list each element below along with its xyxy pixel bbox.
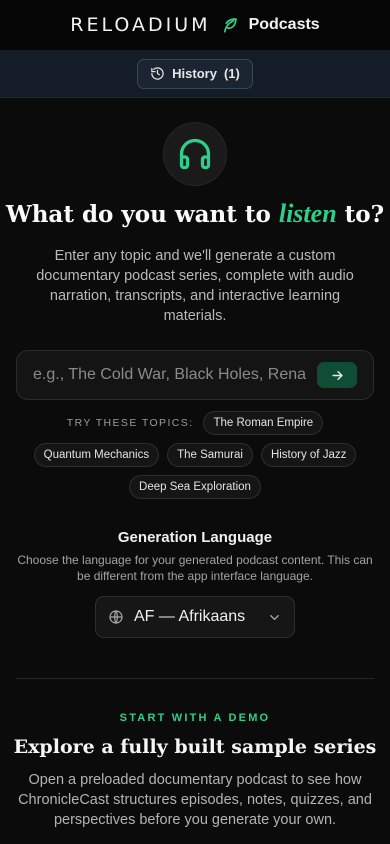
headphones-icon (163, 122, 227, 186)
language-value: AF — Afrikaans (134, 608, 246, 625)
suggested-topics: TRY THESE TOPICS: The Roman Empire Quant… (16, 411, 374, 499)
arrow-right-icon (330, 368, 345, 383)
topic-chip[interactable]: The Roman Empire (203, 411, 324, 435)
topic-chip[interactable]: Quantum Mechanics (33, 443, 160, 467)
demo-description: Open a preloaded documentary podcast to … (18, 772, 372, 828)
language-description: Choose the language for your generated p… (17, 553, 373, 583)
history-clock-icon (150, 66, 165, 81)
history-label: History (172, 66, 217, 81)
leaf-icon (221, 16, 239, 34)
history-count: (1) (223, 66, 240, 81)
intro-text: Enter any topic and we'll generate a cus… (36, 248, 354, 324)
topic-chip[interactable]: Deep Sea Exploration (129, 475, 261, 499)
section-divider (16, 678, 374, 679)
topic-input[interactable] (33, 366, 307, 384)
product-name: Podcasts (248, 16, 320, 33)
generate-button[interactable] (317, 362, 357, 388)
app-header: RELOADIUM Podcasts (0, 0, 390, 50)
language-select[interactable]: AF — Afrikaans (95, 596, 295, 638)
history-bar: History (1) (0, 50, 390, 98)
topics-label: TRY THESE TOPICS: (66, 417, 194, 429)
topic-chip[interactable]: The Samurai (167, 443, 253, 467)
topic-chip[interactable]: History of Jazz (260, 443, 357, 467)
history-button[interactable]: History (1) (137, 58, 253, 89)
chevron-down-icon (267, 610, 282, 625)
language-title: Generation Language (117, 529, 273, 546)
brand-logo[interactable]: RELOADIUM (70, 14, 210, 36)
demo-title: Explore a fully built sample series (13, 736, 377, 758)
globe-icon (108, 609, 124, 625)
page-title: What do you want to listen to? (5, 199, 385, 228)
topic-search (16, 350, 374, 400)
demo-kicker: START WITH A DEMO (119, 712, 271, 724)
headline-accent: listen (278, 199, 337, 228)
